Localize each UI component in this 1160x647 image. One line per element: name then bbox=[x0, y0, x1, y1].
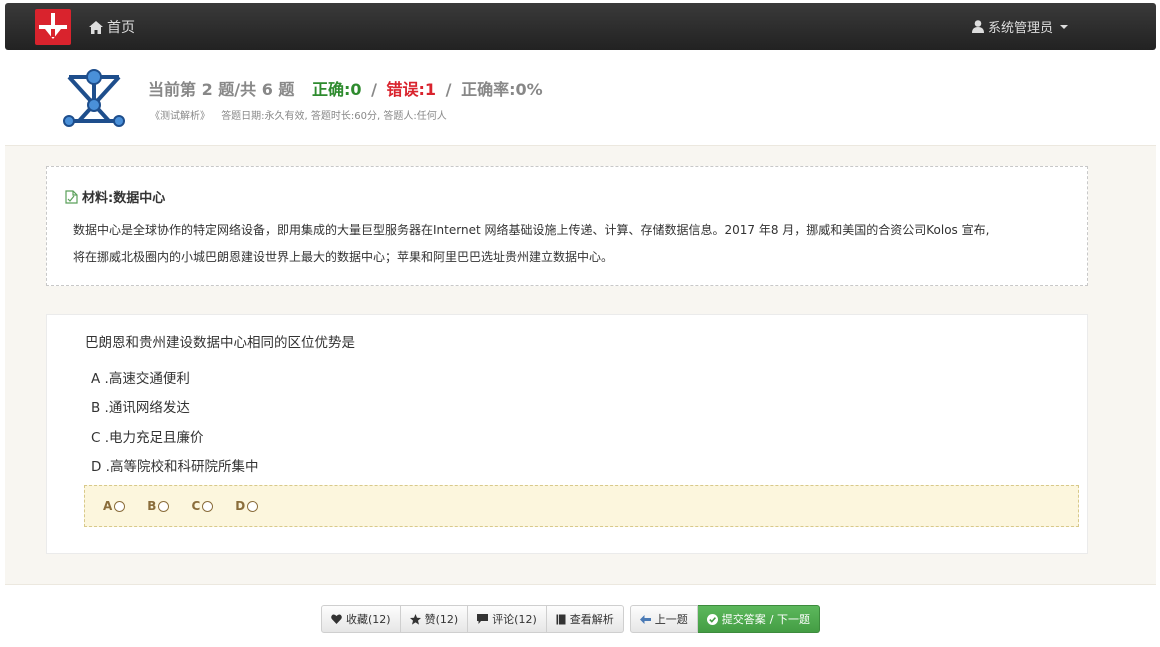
nav-home-link[interactable]: 首页 bbox=[89, 17, 135, 37]
progress-count: 当前第 2 题/共 6 题 bbox=[148, 80, 295, 99]
favorite-button[interactable]: 收藏(12) bbox=[321, 605, 401, 633]
material-line: 将在挪威北极圈内的小城巴朗恩建设世界上最大的数据中心；苹果和阿里巴巴选址贵州建立… bbox=[73, 250, 614, 264]
question-stem: 巴朗恩和贵州建设数据中心相同的区位优势是 bbox=[85, 335, 355, 351]
answer-choices: A B C D bbox=[84, 485, 1079, 527]
like-label: 赞(12) bbox=[424, 613, 459, 626]
material-line: 数据中心是全球协作的特定网络设备，即用集成的大量巨型服务器在Internet 网… bbox=[73, 223, 990, 237]
radio-circle-icon[interactable] bbox=[158, 500, 170, 512]
progress-separator: / bbox=[371, 80, 377, 99]
next-label: / 下一题 bbox=[769, 613, 810, 626]
user-icon bbox=[971, 20, 984, 33]
radio-b[interactable]: B bbox=[147, 499, 170, 513]
favorite-label: 收藏(12) bbox=[346, 613, 391, 626]
radio-d[interactable]: D bbox=[235, 499, 259, 513]
book-icon bbox=[556, 614, 566, 624]
document-icon bbox=[65, 189, 78, 204]
radio-circle-icon[interactable] bbox=[114, 500, 126, 512]
option-d: D .高等院校和科研院所集中 bbox=[91, 459, 259, 475]
quiz-progress: 当前第 2 题/共 6 题 正确:0 / 错误:1 / 正确率:0% bbox=[148, 76, 543, 100]
action-button-group: 收藏(12) 赞(12) 评论(12) 查看解析 bbox=[321, 605, 624, 633]
star-icon bbox=[409, 613, 421, 625]
submit-label: 提交答案 bbox=[721, 613, 766, 626]
radio-label: B bbox=[147, 499, 157, 513]
radio-label: C bbox=[191, 499, 201, 513]
comment-label: 评论(12) bbox=[492, 613, 537, 626]
radio-label: D bbox=[235, 499, 246, 513]
correct-count: 正确:0 bbox=[311, 80, 362, 99]
radio-c[interactable]: C bbox=[191, 499, 214, 513]
check-circle-icon bbox=[706, 613, 718, 625]
radio-circle-icon[interactable] bbox=[202, 500, 214, 512]
option-a: A .高速交通便利 bbox=[91, 371, 190, 387]
material-title: 材料:数据中心 bbox=[65, 187, 165, 206]
user-menu-label: 系统管理员 bbox=[987, 21, 1053, 36]
nav-home-label: 首页 bbox=[107, 20, 135, 36]
radio-label: A bbox=[103, 499, 113, 513]
user-menu[interactable]: 系统管理员 bbox=[971, 17, 1068, 36]
quiz-meta: 《测试解析》 答题日期:永久有效, 答题时长:60分, 答题人:任何人 bbox=[150, 107, 447, 122]
progress-separator: / bbox=[445, 80, 452, 99]
option-c: C .电力充足且廉价 bbox=[91, 430, 204, 446]
view-analysis-label: 查看解析 bbox=[569, 613, 614, 626]
bottom-toolbar: 收藏(12) 赞(12) 评论(12) 查看解析 上一题 提交答案 / 下一题 bbox=[321, 605, 820, 633]
wrong-count: 错误:1 bbox=[386, 80, 437, 99]
option-b: B .通讯网络发达 bbox=[91, 400, 190, 416]
material-title-label: 材料:数据中心 bbox=[82, 191, 166, 206]
nav-button-group: 上一题 提交答案 / 下一题 bbox=[629, 605, 820, 633]
quiz-logo-icon bbox=[63, 69, 125, 127]
site-logo[interactable] bbox=[35, 9, 71, 45]
logo-icon bbox=[39, 13, 67, 39]
like-button[interactable]: 赞(12) bbox=[400, 605, 469, 633]
radio-a[interactable]: A bbox=[103, 499, 126, 513]
chevron-down-icon bbox=[1060, 24, 1068, 29]
top-navbar: 首页 系统管理员 bbox=[5, 3, 1156, 50]
material-text: 数据中心是全球协作的特定网络设备，即用集成的大量巨型服务器在Internet 网… bbox=[73, 217, 1073, 271]
material-panel: 材料:数据中心 数据中心是全球协作的特定网络设备，即用集成的大量巨型服务器在In… bbox=[46, 166, 1088, 286]
submit-next-button[interactable]: 提交答案 / 下一题 bbox=[697, 605, 820, 633]
question-panel: 巴朗恩和贵州建设数据中心相同的区位优势是 A .高速交通便利 B .通讯网络发达… bbox=[46, 314, 1088, 554]
comment-button[interactable]: 评论(12) bbox=[468, 605, 547, 633]
correct-rate: 正确率:0% bbox=[461, 80, 543, 99]
prev-question-label: 上一题 bbox=[654, 613, 688, 626]
quiz-header: 当前第 2 题/共 6 题 正确:0 / 错误:1 / 正确率:0% 《测试解析… bbox=[5, 50, 1156, 145]
arrow-left-icon bbox=[639, 614, 651, 624]
quiz-book-title: 《测试解析》 bbox=[150, 111, 210, 122]
radio-circle-icon[interactable] bbox=[247, 500, 259, 512]
view-analysis-button[interactable]: 查看解析 bbox=[546, 605, 624, 633]
home-icon bbox=[89, 20, 103, 34]
heart-icon bbox=[331, 614, 342, 624]
comment-icon bbox=[477, 614, 489, 624]
prev-question-button[interactable]: 上一题 bbox=[629, 605, 698, 633]
quiz-meta-info: 答题日期:永久有效, 答题时长:60分, 答题人:任何人 bbox=[221, 111, 447, 122]
